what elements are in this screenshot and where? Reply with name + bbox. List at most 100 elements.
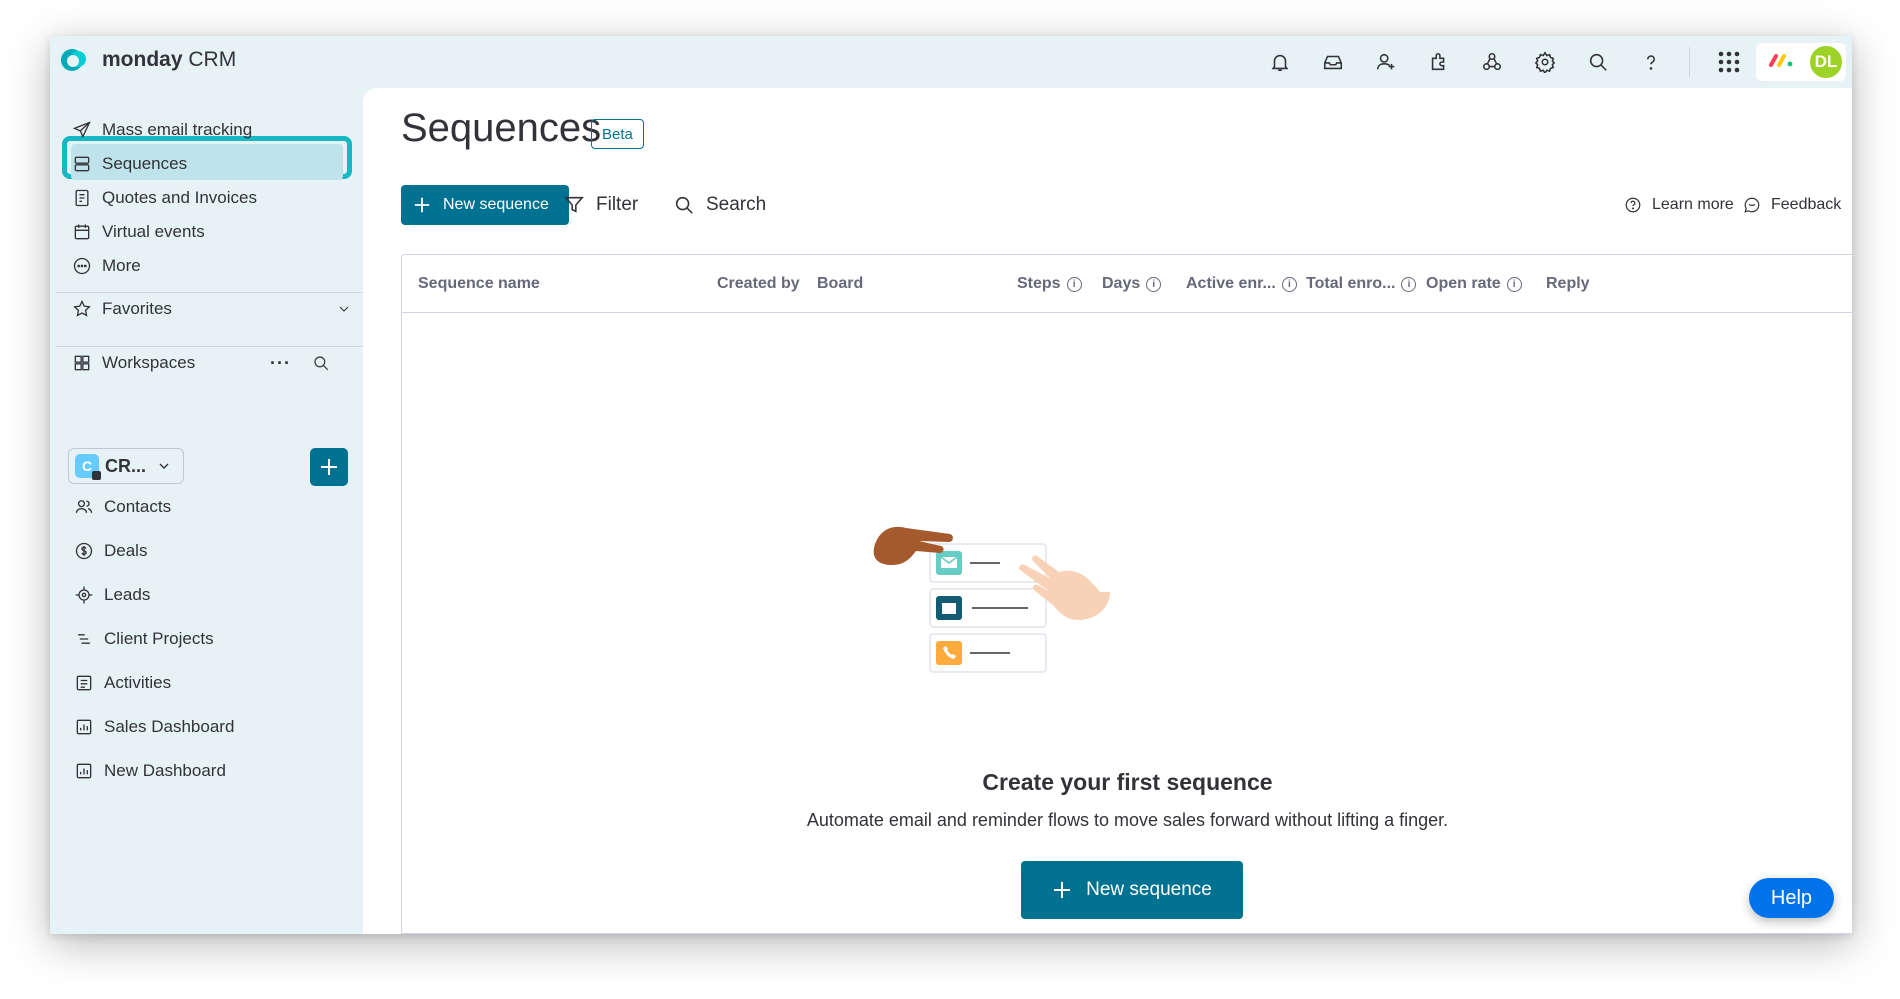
column-label: Steps [1017, 275, 1061, 292]
column-label: Sequence name [418, 275, 540, 292]
board-icon [76, 675, 92, 691]
sidebar-item-virtual-events[interactable]: Virtual events [72, 215, 205, 249]
learn-more-label: Learn more [1652, 196, 1734, 213]
sidebar-item-label: Client Projects [104, 629, 214, 648]
dashboard-icon [76, 763, 92, 779]
brand-name-light: CRM [188, 48, 237, 71]
brand-name-bold: monday [102, 48, 183, 71]
column-header-sequence-name[interactable]: Sequence name [418, 255, 540, 313]
filter-button[interactable]: Filter [563, 185, 638, 225]
search-icon[interactable] [312, 354, 330, 372]
integrations-icon[interactable] [1465, 36, 1518, 88]
plus-icon [1054, 882, 1071, 898]
search-button[interactable]: Search [673, 185, 766, 225]
star-icon [73, 299, 91, 317]
search-icon [675, 196, 693, 214]
column-header-days[interactable]: Days i [1102, 255, 1162, 313]
sidebar-item-label: Sales Dashboard [104, 717, 235, 736]
column-label: Total enro... [1306, 275, 1396, 292]
more-options-icon[interactable]: ··· [270, 353, 291, 374]
column-header-total-enrollments[interactable]: Total enro... i [1306, 255, 1417, 313]
avatar: DL [1808, 44, 1844, 80]
monday-logo-icon [1768, 52, 1794, 73]
target-icon [75, 586, 93, 604]
chevron-down-icon [159, 463, 169, 469]
sidebar-item-client-projects[interactable]: Client Projects [74, 622, 214, 656]
column-header-steps[interactable]: Steps i [1017, 255, 1082, 313]
column-label: Days [1102, 275, 1141, 292]
column-header-open-rate[interactable]: Open rate i [1426, 255, 1522, 313]
info-icon[interactable]: i [1401, 276, 1417, 292]
paper-plane-icon [72, 121, 91, 139]
help-button[interactable]: Help [1749, 878, 1834, 918]
info-icon[interactable]: i [1506, 276, 1522, 292]
dollar-icon [75, 542, 93, 560]
app-logo[interactable]: monday CRM [60, 48, 236, 72]
sidebar-item-deals[interactable]: Deals [74, 534, 147, 568]
workspaces-header: Workspaces ··· [72, 346, 352, 380]
empty-state-description: Automate email and reminder flows to mov… [806, 810, 1449, 830]
inbox-icon[interactable] [1306, 36, 1359, 88]
sidebar-item-more[interactable]: More [72, 249, 141, 283]
search-icon[interactable] [1571, 36, 1624, 88]
column-label: Active enr... [1186, 275, 1276, 292]
help-icon[interactable] [1624, 36, 1677, 88]
workspace-avatar: C [75, 454, 101, 480]
feedback-button[interactable]: Feedback [1743, 185, 1841, 225]
info-icon[interactable]: i [1066, 276, 1082, 292]
new-sequence-button[interactable]: New sequence [401, 185, 569, 225]
home-icon [92, 471, 101, 480]
app-grid-icon[interactable] [1702, 36, 1756, 88]
chevron-down-icon[interactable] [336, 301, 352, 317]
top-bar: monday CRM DL [50, 36, 1852, 88]
empty-state-title: Create your first sequence [982, 769, 1273, 795]
sidebar-item-contacts[interactable]: Contacts [74, 490, 171, 524]
column-header-board[interactable]: Board [817, 255, 863, 313]
feedback-label: Feedback [1771, 196, 1842, 213]
workspace-initial: C [81, 458, 93, 474]
workspace-selector[interactable]: C CR... [68, 448, 184, 484]
feedback-icon [1744, 197, 1760, 213]
invite-members-icon[interactable] [1359, 36, 1412, 88]
sidebar-item-sequences[interactable]: Sequences [72, 147, 187, 181]
sidebar-item-label: Activities [104, 673, 172, 692]
sidebar-item-sales-dashboard[interactable]: Sales Dashboard [74, 710, 234, 744]
invoice-icon [75, 189, 89, 207]
column-header-reply[interactable]: Reply [1546, 255, 1590, 313]
dashboard-icon [76, 719, 92, 735]
column-header-active-enrollments[interactable]: Active enr... i [1186, 255, 1297, 313]
sidebar-item-quotes-and-invoices[interactable]: Quotes and Invoices [72, 181, 257, 215]
divider [1689, 47, 1690, 77]
info-icon[interactable]: i [1146, 276, 1162, 292]
sidebar-item-new-dashboard[interactable]: New Dashboard [74, 754, 226, 788]
bell-icon[interactable] [1253, 36, 1306, 88]
top-bar-actions: DL [1253, 36, 1852, 88]
settings-icon[interactable] [1518, 36, 1571, 88]
column-label: Board [817, 275, 864, 292]
new-sequence-label: New sequence [1086, 879, 1212, 900]
sidebar-item-label: Contacts [104, 497, 172, 516]
search-label: Search [706, 194, 767, 215]
workspaces-label: Workspaces [102, 353, 196, 372]
sidebar-item-activities[interactable]: Activities [74, 666, 171, 700]
sidebar-item-leads[interactable]: Leads [74, 578, 150, 612]
favorites-section[interactable]: Favorites [72, 292, 352, 326]
workspace-name: CR... [105, 455, 147, 476]
empty-state-new-sequence-button[interactable]: New sequence [1021, 861, 1243, 919]
beta-badge: Beta [591, 119, 644, 149]
learn-more-link[interactable]: Learn more [1624, 185, 1734, 225]
info-icon[interactable]: i [1281, 276, 1297, 292]
list-icon [78, 634, 90, 644]
sidebar-item-label: More [102, 256, 141, 275]
sidebar-item-label: Virtual events [102, 222, 205, 241]
column-header-created-by[interactable]: Created by [717, 255, 800, 313]
column-label: Open rate [1426, 275, 1501, 292]
account-menu[interactable]: DL [1756, 43, 1846, 81]
question-circle-icon [1625, 197, 1641, 213]
workspaces-icon [74, 355, 90, 371]
plus-icon [414, 197, 430, 213]
add-item-button[interactable] [310, 448, 348, 486]
sidebar-item-mass-email-tracking[interactable]: Mass email tracking [72, 113, 252, 147]
apps-icon[interactable] [1412, 36, 1465, 88]
column-label: Reply [1546, 275, 1590, 292]
